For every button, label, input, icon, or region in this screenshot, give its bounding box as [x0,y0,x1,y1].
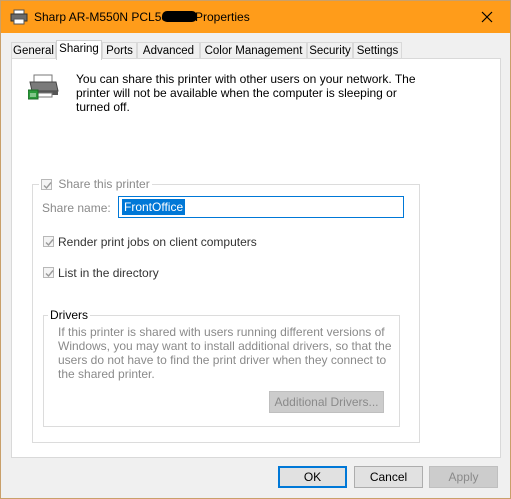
share-name-input[interactable]: FrontOffice [118,196,404,218]
sharing-intro-text: You can share this printer with other us… [76,72,416,114]
share-name-label: Share name: [42,201,111,215]
apply-button[interactable]: Apply [429,466,498,488]
share-name-value: FrontOffice [122,199,186,215]
tab-sharing[interactable]: Sharing [56,40,102,60]
share-printer-label: Share this printer [58,177,150,191]
drivers-description: If this printer is shared with users run… [58,325,392,381]
list-directory-checkbox[interactable] [43,267,54,278]
window-title: Sharp AR-M550N PCL5e [34,10,169,24]
share-printer-checkbox[interactable] [41,179,52,190]
close-button[interactable] [464,1,510,33]
window-title-suffix: Properties [195,10,250,24]
redaction-mark [162,11,197,22]
ok-button[interactable]: OK [278,466,347,488]
tab-security[interactable]: Security [307,42,353,59]
printer-icon [10,9,28,25]
list-directory-label: List in the directory [58,266,159,280]
cancel-button[interactable]: Cancel [354,466,423,488]
close-icon [481,11,493,23]
render-jobs-label: Render print jobs on client computers [58,235,257,249]
tab-color-management[interactable]: Color Management [200,42,307,59]
tab-settings[interactable]: Settings [353,42,402,59]
shared-printer-icon [27,73,60,101]
sharing-panel: You can share this printer with other us… [11,58,501,458]
drivers-legend: Drivers [48,308,90,322]
tab-ports[interactable]: Ports [102,42,137,59]
share-checkbox-row: Share this printer [39,177,152,193]
render-jobs-checkbox[interactable] [43,236,54,247]
printer-properties-window: Sharp AR-M550N PCL5e Properties General … [0,0,511,499]
additional-drivers-button[interactable]: Additional Drivers... [269,391,384,413]
tab-advanced[interactable]: Advanced [137,42,200,59]
title-bar[interactable]: Sharp AR-M550N PCL5e Properties [1,1,510,33]
tab-general[interactable]: General [11,42,56,59]
